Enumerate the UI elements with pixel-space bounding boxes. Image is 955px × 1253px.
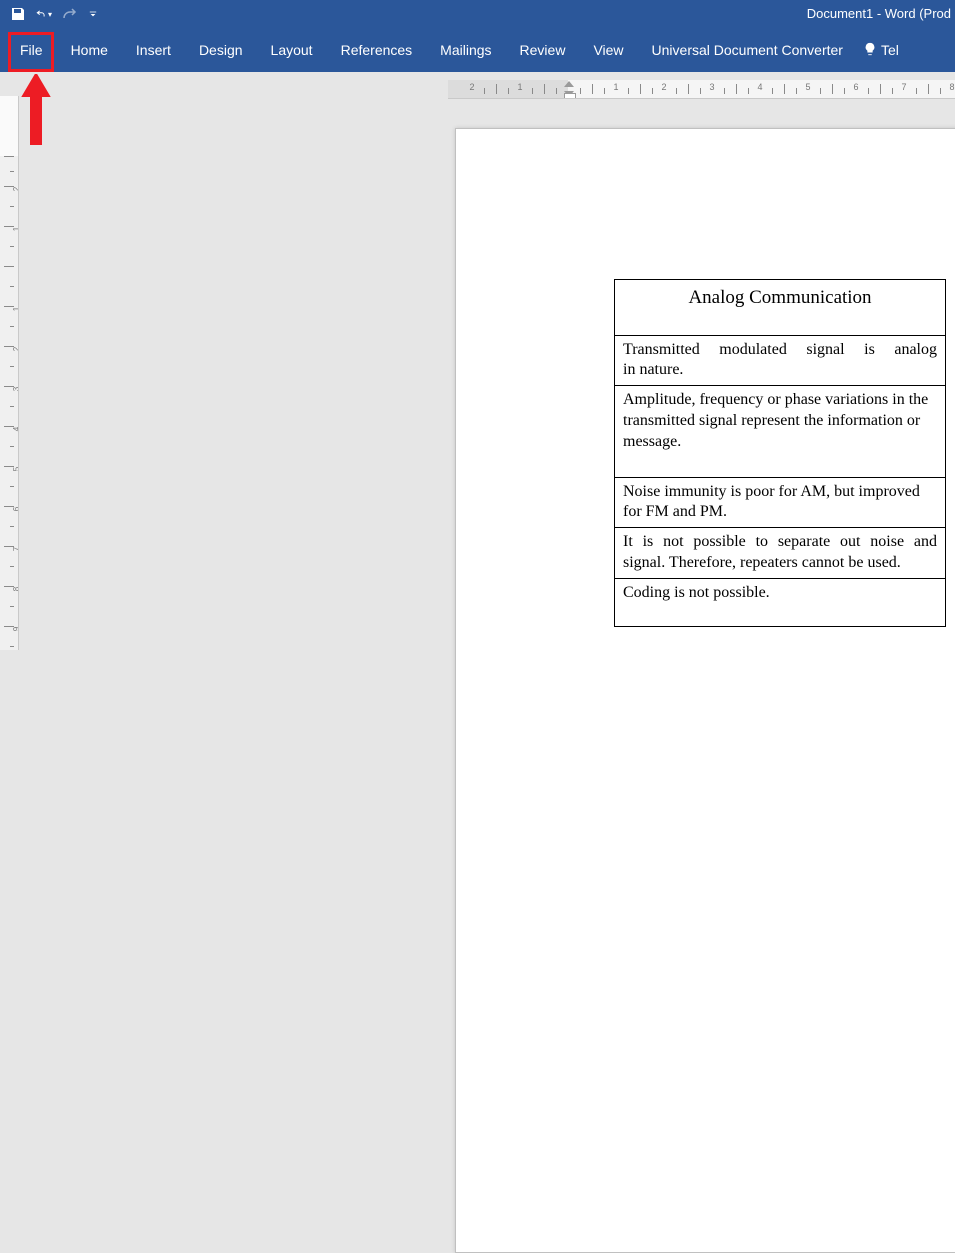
undo-icon[interactable]: ▾ (36, 6, 52, 22)
document-workspace: 2 1 1 2 3 4 5 6 7 (0, 72, 955, 650)
hruler-num: 1 (517, 82, 522, 92)
tell-me-label: Tel (881, 42, 899, 58)
tab-file[interactable]: File (6, 34, 57, 66)
customize-qat-icon[interactable] (88, 6, 98, 22)
table-row[interactable]: Amplitude, frequency or phase variations… (615, 386, 946, 477)
vruler-num: 9 (12, 624, 19, 634)
hruler-num: 1 (613, 82, 618, 92)
first-line-indent-marker[interactable] (564, 81, 574, 87)
save-icon[interactable] (10, 6, 26, 22)
table-cell[interactable]: Coding is not possible. (615, 578, 946, 626)
hruler-num: 3 (709, 82, 714, 92)
left-indent-marker[interactable] (564, 93, 576, 99)
vruler-num: 8 (12, 584, 19, 594)
vruler-num: 1 (12, 224, 19, 234)
tab-udc[interactable]: Universal Document Converter (638, 34, 857, 66)
vruler-num: 3 (12, 384, 19, 394)
tab-mailings[interactable]: Mailings (426, 34, 505, 66)
tab-view[interactable]: View (579, 34, 637, 66)
table-cell[interactable]: It is not possible to separate out noise… (615, 528, 946, 579)
vruler-num: 4 (12, 424, 19, 434)
tab-design[interactable]: Design (185, 34, 257, 66)
hruler-num: 2 (661, 82, 666, 92)
table-row[interactable]: It is not possible to separate out noise… (615, 528, 946, 579)
hruler-num: 7 (901, 82, 906, 92)
table-row[interactable]: Noise immunity is poor for AM, but impro… (615, 477, 946, 528)
document-page[interactable]: Analog Communication Transmitted modulat… (455, 128, 955, 1253)
tab-references[interactable]: References (327, 34, 427, 66)
table-row[interactable]: Transmitted modulated signal is analog i… (615, 335, 946, 386)
hruler-num: 6 (853, 82, 858, 92)
table-row[interactable]: Analog Communication (615, 280, 946, 336)
vruler-num: 5 (12, 464, 19, 474)
vruler-num: 7 (12, 544, 19, 554)
hruler-num: 8 (949, 82, 954, 92)
vruler-num: 6 (12, 504, 19, 514)
lightbulb-icon (863, 42, 877, 59)
ribbon-tabs: File Home Insert Design Layout Reference… (0, 28, 955, 72)
table-header-cell[interactable]: Analog Communication (615, 280, 946, 336)
tell-me-search[interactable]: Tel (857, 42, 905, 59)
window-title: Document1 - Word (Prod (807, 6, 951, 21)
table-row[interactable]: Coding is not possible. (615, 578, 946, 626)
table-cell[interactable]: Transmitted modulated signal is analog i… (615, 335, 946, 386)
chevron-down-icon[interactable]: ▾ (48, 10, 52, 19)
vertical-ruler[interactable]: 2 1 1 2 3 4 5 6 7 (0, 96, 19, 650)
table-cell[interactable]: Noise immunity is poor for AM, but impro… (615, 477, 946, 528)
table-cell[interactable]: Amplitude, frequency or phase variations… (615, 386, 946, 477)
document-table[interactable]: Analog Communication Transmitted modulat… (614, 279, 946, 627)
tab-home[interactable]: Home (57, 34, 122, 66)
vruler-num: 1 (12, 304, 19, 314)
title-bar: ▾ Document1 - Word (Prod (0, 0, 955, 28)
hruler-num: 5 (805, 82, 810, 92)
hruler-num: 4 (757, 82, 762, 92)
vruler-num: 2 (12, 344, 19, 354)
tab-review[interactable]: Review (506, 34, 580, 66)
quick-access-toolbar: ▾ (0, 6, 98, 22)
redo-icon (62, 6, 78, 22)
horizontal-ruler[interactable]: 2 1 1 2 3 4 5 6 (448, 80, 955, 99)
tab-layout[interactable]: Layout (257, 34, 327, 66)
tab-insert[interactable]: Insert (122, 34, 185, 66)
hruler-num: 2 (469, 82, 474, 92)
